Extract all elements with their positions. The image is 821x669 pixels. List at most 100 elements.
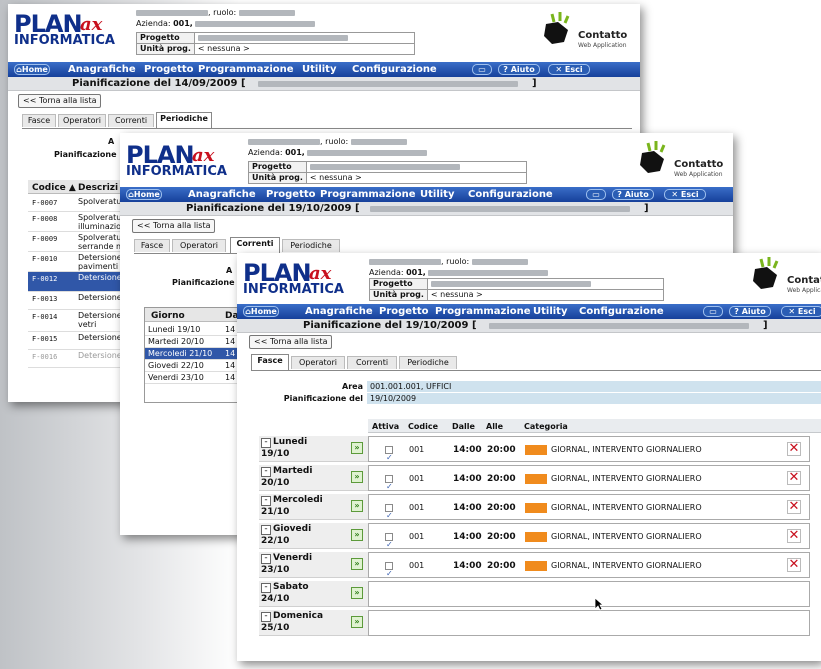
monitor-icon[interactable]: ▭ bbox=[586, 189, 606, 200]
home-button[interactable]: ⌂Home bbox=[126, 189, 162, 200]
day-row[interactable]: Mercoledi 21/10 14 bbox=[145, 348, 239, 360]
attiva-checkbox[interactable] bbox=[385, 561, 393, 587]
col-codice[interactable]: Codice ▲ bbox=[32, 183, 76, 193]
table-row[interactable]: F-0015 Detersione bbox=[28, 332, 132, 350]
menu-utility[interactable]: Utility bbox=[302, 64, 336, 75]
tab-fasce[interactable]: Fasce bbox=[251, 354, 289, 370]
aiuto-button[interactable]: ? Aiuto bbox=[612, 189, 654, 200]
menu-programmazione[interactable]: Programmazione bbox=[435, 306, 531, 317]
collapse-button[interactable]: - bbox=[261, 554, 271, 564]
slot-row bbox=[368, 581, 810, 607]
tab-operatori[interactable]: Operatori bbox=[291, 356, 345, 369]
table-row[interactable]: F-0010 Detersione pavimenti bbox=[28, 252, 132, 272]
tab-fasce[interactable]: Fasce bbox=[134, 239, 170, 252]
tab-correnti[interactable]: Correnti bbox=[347, 356, 397, 369]
tab-periodiche[interactable]: Periodiche bbox=[156, 112, 212, 128]
attiva-checkbox[interactable] bbox=[385, 445, 393, 471]
tab-periodiche[interactable]: Periodiche bbox=[399, 356, 457, 369]
add-slot-icon[interactable]: » bbox=[351, 616, 363, 628]
collapse-button[interactable]: - bbox=[261, 525, 271, 535]
slot-dalle: 14:00 bbox=[453, 532, 482, 542]
day-start: 14 bbox=[225, 337, 236, 346]
user-info: , ruolo: Azienda: 001, bbox=[248, 136, 428, 158]
day-name: Martedi bbox=[273, 466, 313, 476]
day-row[interactable]: Martedi 20/10 14 bbox=[145, 336, 239, 348]
add-slot-icon[interactable]: » bbox=[351, 442, 363, 454]
collapse-button[interactable]: - bbox=[261, 467, 271, 477]
delete-icon[interactable]: ✕ bbox=[787, 500, 801, 514]
page-title: Pianificazione del 19/10/2009 [ ] bbox=[120, 202, 733, 216]
attiva-checkbox[interactable] bbox=[385, 532, 393, 558]
table-row[interactable]: F-0013 Detersione bbox=[28, 292, 132, 310]
delete-icon[interactable]: ✕ bbox=[787, 529, 801, 543]
table-row[interactable]: F-0014 Detersione vetri bbox=[28, 310, 132, 332]
table-row[interactable]: F-0007 Spolveratu bbox=[28, 196, 132, 212]
tab-periodiche[interactable]: Periodiche bbox=[282, 239, 340, 252]
tab-operatori[interactable]: Operatori bbox=[172, 239, 226, 252]
table-row[interactable]: F-0012 Detersione bbox=[28, 272, 132, 292]
menu-utility[interactable]: Utility bbox=[420, 189, 454, 200]
day-row[interactable]: Venerdi 23/10 14 bbox=[145, 372, 239, 384]
add-slot-icon[interactable]: » bbox=[351, 558, 363, 570]
menu-anagrafiche[interactable]: Anagrafiche bbox=[305, 306, 373, 317]
add-slot-icon[interactable]: » bbox=[351, 471, 363, 483]
pianificazione-label: Pianificazione bbox=[54, 150, 117, 159]
monitor-icon[interactable]: ▭ bbox=[472, 64, 492, 75]
tab-correnti[interactable]: Correnti bbox=[230, 237, 280, 253]
slot-categoria: GIORNAL, INTERVENTO GIORNALIERO bbox=[551, 503, 702, 512]
days-grid: Giorno Da Lunedi 19/10 14 Martedi 20/10 14 M… bbox=[144, 307, 240, 403]
menu-utility[interactable]: Utility bbox=[533, 306, 567, 317]
day-start: 14 bbox=[225, 373, 236, 382]
area-label: A bbox=[108, 137, 115, 146]
collapse-button[interactable]: - bbox=[261, 583, 271, 593]
esci-button[interactable]: ✕ Esci bbox=[781, 306, 821, 317]
menu-progetto[interactable]: Progetto bbox=[379, 306, 429, 317]
delete-icon[interactable]: ✕ bbox=[787, 442, 801, 456]
menu-progetto[interactable]: Progetto bbox=[266, 189, 316, 200]
collapse-button[interactable]: - bbox=[261, 438, 271, 448]
attiva-checkbox[interactable] bbox=[385, 503, 393, 529]
home-button[interactable]: ⌂Home bbox=[14, 64, 50, 75]
back-to-list-button[interactable]: << Torna alla lista bbox=[18, 94, 102, 108]
slot-alle: 20:00 bbox=[487, 532, 516, 542]
slot-categoria: GIORNAL, INTERVENTO GIORNALIERO bbox=[551, 445, 702, 454]
menu-progetto[interactable]: Progetto bbox=[144, 64, 194, 75]
delete-icon[interactable]: ✕ bbox=[787, 471, 801, 485]
day-row[interactable]: Lunedi 19/10 14 bbox=[145, 324, 239, 336]
area-value: 001.001.001, UFFICI bbox=[367, 381, 821, 392]
add-slot-icon[interactable]: » bbox=[351, 500, 363, 512]
menu-programmazione[interactable]: Programmazione bbox=[198, 64, 294, 75]
menu-configurazione[interactable]: Configurazione bbox=[352, 64, 437, 75]
tab-fasce[interactable]: Fasce bbox=[22, 114, 56, 127]
menu-configurazione[interactable]: Configurazione bbox=[468, 189, 553, 200]
menu-anagrafiche[interactable]: Anagrafiche bbox=[188, 189, 256, 200]
monitor-icon[interactable]: ▭ bbox=[703, 306, 723, 317]
attiva-checkbox[interactable] bbox=[385, 474, 393, 500]
day-name: Domenica bbox=[273, 611, 324, 621]
menu-configurazione[interactable]: Configurazione bbox=[579, 306, 664, 317]
col-giorno[interactable]: Giorno bbox=[151, 311, 185, 321]
table-row[interactable]: F-0008 Spolveratu illuminazion bbox=[28, 212, 132, 232]
collapse-button[interactable]: - bbox=[261, 612, 271, 622]
tab-operatori[interactable]: Operatori bbox=[58, 114, 106, 127]
home-button[interactable]: ⌂Home bbox=[243, 306, 279, 317]
add-slot-icon[interactable]: » bbox=[351, 587, 363, 599]
tab-correnti[interactable]: Correnti bbox=[108, 114, 154, 127]
delete-icon[interactable]: ✕ bbox=[787, 558, 801, 572]
col-alle: Alle bbox=[486, 422, 504, 431]
col-descrizione[interactable]: Descrizi bbox=[78, 183, 118, 193]
menu-programmazione[interactable]: Programmazione bbox=[320, 189, 416, 200]
collapse-button[interactable]: - bbox=[261, 496, 271, 506]
add-slot-icon[interactable]: » bbox=[351, 529, 363, 541]
table-row[interactable]: F-0016 Detersione bbox=[28, 350, 132, 368]
table-row[interactable]: F-0009 Spolveratu serrande m bbox=[28, 232, 132, 252]
day-row[interactable]: Giovedi 22/10 14 bbox=[145, 360, 239, 372]
menu-anagrafiche[interactable]: Anagrafiche bbox=[68, 64, 136, 75]
aiuto-button[interactable]: ? Aiuto bbox=[498, 64, 540, 75]
back-to-list-button[interactable]: << Torna alla lista bbox=[249, 335, 333, 349]
esci-button[interactable]: ✕ Esci bbox=[548, 64, 590, 75]
tab-bar: Fasce Operatori Correnti Periodiche bbox=[251, 354, 811, 370]
aiuto-button[interactable]: ? Aiuto bbox=[729, 306, 771, 317]
back-to-list-button[interactable]: << Torna alla lista bbox=[132, 219, 216, 233]
esci-button[interactable]: ✕ Esci bbox=[664, 189, 706, 200]
